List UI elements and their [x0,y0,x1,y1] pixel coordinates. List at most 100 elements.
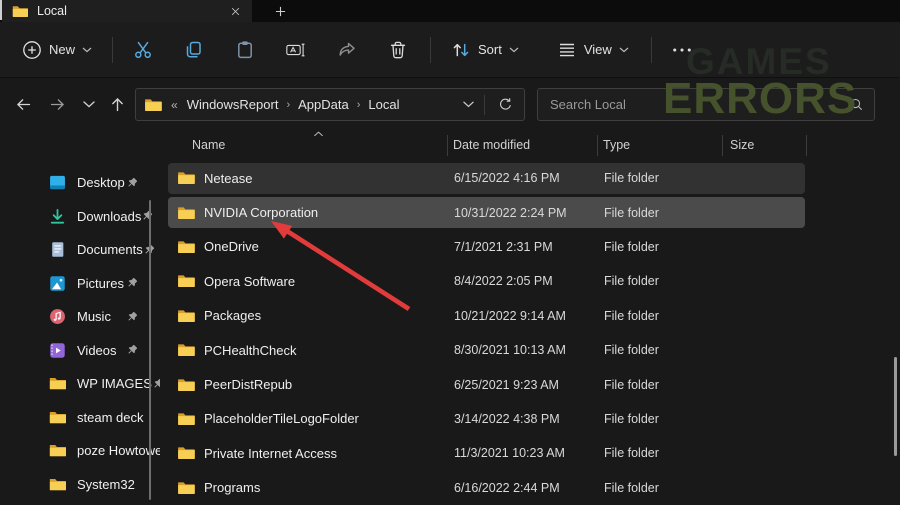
paste-icon [235,40,255,60]
search-box[interactable] [537,88,875,121]
pin-icon [126,344,138,356]
folder-icon [12,5,28,18]
sidebar-item-music[interactable]: Music [0,300,160,334]
copy-icon [184,40,204,60]
file-row-netease[interactable]: Netease 6/15/2022 4:16 PM File folder [166,161,900,195]
sidebar-item-poze-howtowet[interactable]: poze Howtowet [0,434,160,468]
sort-ascending-icon [313,131,324,137]
file-row-opera-software[interactable]: Opera Software 8/4/2022 2:05 PM File fol… [166,264,900,298]
folder-icon [177,343,195,357]
file-row-peerdistrepub[interactable]: PeerDistRepub 6/25/2021 9:23 AM File fol… [166,367,900,401]
column-divider[interactable] [447,135,448,156]
delete-button[interactable] [379,33,417,67]
up-button[interactable] [102,89,132,119]
file-list-pane: Name Date modified Type Size Netease 6/1… [166,130,900,500]
folder-icon [49,375,66,392]
copy-button[interactable] [175,33,213,67]
new-button-label: New [49,42,75,57]
new-button[interactable]: New [13,33,101,67]
column-header-date-modified[interactable]: Date modified [453,138,530,152]
plus-icon [275,6,286,17]
breadcrumb-appdata[interactable]: AppData [296,97,351,112]
column-header-name[interactable]: Name [192,138,225,152]
column-header-size[interactable]: Size [730,138,754,152]
column-headers: Name Date modified Type Size [166,130,900,160]
breadcrumb-local[interactable]: Local [366,97,401,112]
chevron-down-icon [509,47,519,53]
sort-arrows-icon [451,40,471,60]
sidebar-item-pictures[interactable]: Pictures [0,267,160,301]
cut-icon [133,40,153,60]
rename-icon [286,40,306,60]
folder-icon [49,409,66,426]
sidebar-item-documents[interactable]: Documents [0,233,160,267]
sidebar-item-videos[interactable]: Videos [0,334,160,368]
back-arrow-icon [15,96,32,113]
file-row-pchealthcheck[interactable]: PCHealthCheck 8/30/2021 10:13 AM File fo… [166,333,900,367]
back-button[interactable] [8,89,38,119]
more-options-button[interactable] [663,40,701,60]
toolbar-separator [430,37,431,63]
folder-icon [49,442,66,459]
music-icon [49,308,66,325]
pictures-icon [49,275,66,292]
list-scrollbar[interactable] [894,357,897,456]
sort-button[interactable]: Sort [442,33,528,67]
sidebar-item-wp-images[interactable]: WP IMAGES [0,367,160,401]
folder-icon [144,98,162,112]
file-row-onedrive[interactable]: OneDrive 7/1/2021 2:31 PM File folder [166,230,900,264]
pin-icon [126,311,138,323]
pin-icon [152,378,160,390]
refresh-button[interactable] [494,94,516,116]
plus-circle-icon [22,40,42,60]
address-divider [484,95,485,115]
sort-button-label: Sort [478,42,502,57]
cut-button[interactable] [124,33,162,67]
chevron-down-icon [83,101,95,108]
tab-close-button[interactable] [226,3,244,19]
breadcrumb-separator: › [357,99,361,111]
breadcrumb-windowsreport[interactable]: WindowsReport [185,97,281,112]
folder-icon [177,309,195,323]
new-tab-button[interactable] [268,0,292,22]
ellipsis-icon [672,47,692,53]
sidebar-item-desktop[interactable]: Desktop [0,166,160,200]
recent-locations-button[interactable] [74,89,104,119]
sidebar-scrollbar[interactable] [149,200,151,500]
folder-icon [177,240,195,254]
desktop-icon [49,174,66,191]
file-row-nvidia-corporation[interactable]: NVIDIA Corporation 10/31/2022 2:24 PM Fi… [166,195,900,229]
paste-button[interactable] [226,33,264,67]
file-row-placeholdertilelogofolder[interactable]: PlaceholderTileLogoFolder 3/14/2022 4:38… [166,402,900,436]
view-button[interactable]: View [548,33,638,67]
sidebar-item-system32[interactable]: System32 [0,468,160,501]
column-divider[interactable] [722,135,723,156]
column-header-type[interactable]: Type [603,138,630,152]
titlebar: Local [0,0,900,22]
column-divider[interactable] [806,135,807,156]
navigation-bar: « WindowsReport › AppData › Local [0,78,900,130]
breadcrumb-overflow[interactable]: « [171,98,178,112]
pin-icon [141,210,153,222]
tab-local[interactable]: Local [2,0,252,22]
forward-button[interactable] [42,89,72,119]
share-icon [337,40,357,60]
file-row-private-internet-access[interactable]: Private Internet Access 11/3/2021 10:23 … [166,436,900,470]
trash-icon [388,40,408,60]
documents-icon [49,241,66,258]
downloads-icon [49,208,66,225]
file-row-packages[interactable]: Packages 10/21/2022 9:14 AM File folder [166,299,900,333]
folder-icon [177,481,195,495]
toolbar-separator [112,37,113,63]
address-dropdown-icon[interactable] [463,101,474,108]
search-input[interactable] [548,96,849,113]
rename-button[interactable] [277,33,315,67]
address-bar[interactable]: « WindowsReport › AppData › Local [135,88,525,121]
view-button-label: View [584,42,612,57]
share-button[interactable] [328,33,366,67]
sidebar-item-downloads[interactable]: Downloads [0,200,160,234]
sidebar-item-steam-deck[interactable]: steam deck [0,401,160,435]
chevron-down-icon [619,47,629,53]
column-divider[interactable] [597,135,598,156]
pin-icon [126,177,138,189]
